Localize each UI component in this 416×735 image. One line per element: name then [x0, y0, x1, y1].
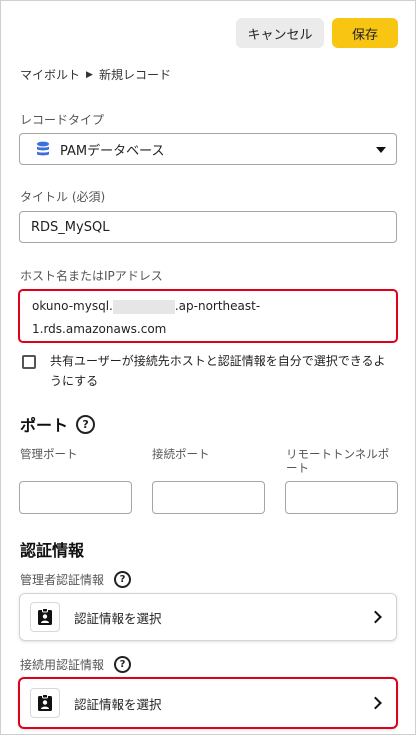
credential-badge-icon: [30, 602, 60, 632]
ports-section-title: ポート ?: [20, 412, 96, 436]
save-button[interactable]: 保存: [332, 18, 398, 48]
admin-port-input[interactable]: [19, 481, 132, 514]
help-icon[interactable]: ?: [76, 414, 96, 434]
chevron-right-icon: ▶: [86, 69, 93, 80]
connection-port-input[interactable]: [152, 481, 265, 514]
credentials-section-title: 認証情報: [20, 537, 84, 561]
admin-credentials-select-button[interactable]: 認証情報を選択: [19, 593, 397, 641]
credential-badge-icon: [30, 688, 60, 718]
admin-credentials-button-label: 認証情報を選択: [74, 610, 162, 626]
admin-credentials-label: 管理者認証情報 ?: [20, 571, 132, 588]
connection-credentials-label: 接続用認証情報 ?: [20, 656, 132, 673]
help-icon[interactable]: ?: [114, 571, 132, 588]
share-checkbox[interactable]: [22, 355, 36, 369]
caret-down-icon: [376, 147, 386, 153]
host-label: ホスト名またはIPアドレス: [20, 269, 163, 283]
record-type-value: PAMデータベース: [60, 143, 165, 159]
breadcrumb: マイボルト ▶ 新規レコード: [20, 66, 171, 83]
host-value-suffix: .ap-northeast-: [174, 299, 261, 313]
breadcrumb-current: 新規レコード: [98, 68, 171, 82]
tunnel-port-input[interactable]: [285, 481, 398, 514]
chevron-right-icon: [369, 696, 382, 710]
breadcrumb-parent[interactable]: マイボルト: [20, 66, 80, 83]
database-icon: [37, 141, 49, 156]
connection-port-label: 接続ポート: [152, 447, 210, 461]
title-label: タイトル (必須): [20, 190, 106, 204]
new-record-form: キャンセル 保存 マイボルト ▶ 新規レコード レコードタイプ PAMデータベー…: [0, 0, 416, 735]
credentials-title: 認証情報: [20, 541, 85, 560]
ports-title: ポート: [20, 416, 69, 435]
admin-port-label: 管理ポート: [20, 447, 78, 461]
connection-credentials-text: 接続用認証情報: [20, 658, 105, 672]
connection-credentials-button-label: 認証情報を選択: [74, 696, 162, 712]
connection-credentials-select-button[interactable]: 認証情報を選択: [18, 677, 398, 729]
masked-region: [112, 299, 175, 314]
cancel-button[interactable]: キャンセル: [236, 18, 324, 48]
chevron-right-icon: [369, 610, 382, 624]
share-checkbox-label[interactable]: 共有ユーザーが接続先ホストと認証情報を自分で選択できるようにする: [50, 351, 390, 391]
title-input[interactable]: RDS_MySQL: [19, 211, 397, 243]
admin-credentials-text: 管理者認証情報: [20, 573, 105, 587]
tunnel-port-label: リモートトンネルポート: [286, 447, 390, 475]
record-type-select[interactable]: PAMデータベース: [19, 133, 397, 165]
host-value-prefix: okuno-mysql.: [32, 299, 113, 313]
help-icon[interactable]: ?: [114, 656, 132, 673]
host-input[interactable]: okuno-mysql. .ap-northeast- 1.rds.amazona…: [18, 289, 398, 343]
host-value-line2: 1.rds.amazonaws.com: [32, 322, 167, 336]
record-type-label: レコードタイプ: [20, 113, 105, 127]
share-option: 共有ユーザーが接続先ホストと認証情報を自分で選択できるようにする: [22, 351, 402, 391]
